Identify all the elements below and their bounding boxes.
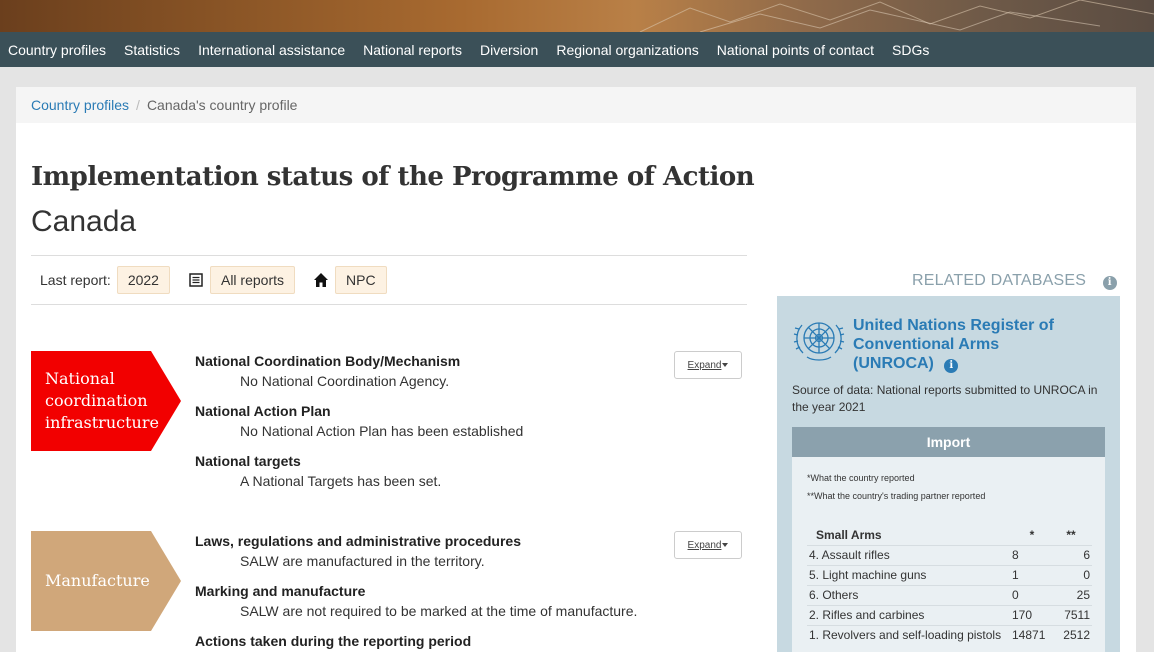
footnote-reported: *What the country reported <box>807 473 915 483</box>
section-item: National targets A National Targets has … <box>195 453 441 489</box>
import-table: Small Arms * ** 4. Assault rifles 8 6 5.… <box>807 525 1092 645</box>
col-header-small-arms: Small Arms <box>816 527 882 542</box>
expand-button[interactable]: Expand <box>674 351 742 379</box>
col-header-reported: * <box>1029 527 1035 542</box>
table-row: 6. Others 0 25 <box>807 584 1092 605</box>
row-reported: 0 <box>1012 584 1052 605</box>
expand-label: Expand <box>687 539 722 551</box>
footnote-text: What the country's trading partner repor… <box>814 491 986 501</box>
table-row: 5. Light machine guns 1 0 <box>807 564 1092 585</box>
banner-artwork <box>639 0 1154 32</box>
table-row: 2. Rifles and carbines 170 7511 <box>807 604 1092 625</box>
all-reports-button[interactable]: All reports <box>209 266 296 294</box>
section-item: Laws, regulations and administrative pro… <box>195 533 521 569</box>
row-partner: 7511 <box>1052 604 1092 625</box>
nav-diversion[interactable]: Diversion <box>480 42 538 58</box>
divider <box>31 304 747 305</box>
caret-down-icon <box>722 543 729 547</box>
nav-national-points-of-contact[interactable]: National points of contact <box>717 42 874 58</box>
row-partner: 6 <box>1052 544 1092 565</box>
table-row: 4. Assault rifles 8 6 <box>807 544 1092 565</box>
row-partner: 0 <box>1052 564 1092 585</box>
row-reported: 8 <box>1012 544 1052 565</box>
nav-sdgs[interactable]: SDGs <box>892 42 929 58</box>
import-header: Import <box>792 427 1105 457</box>
row-reported: 1 <box>1012 564 1052 585</box>
item-heading: National Action Plan <box>195 403 331 419</box>
nav-statistics[interactable]: Statistics <box>124 42 180 58</box>
item-detail: A National Targets has been set. <box>240 473 442 489</box>
item-heading: Actions taken during the reporting perio… <box>195 633 472 649</box>
expand-button[interactable]: Expand <box>674 531 742 559</box>
report-bar: Last report: 2022 All reports NPC <box>31 266 747 294</box>
nav-international-assistance[interactable]: International assistance <box>198 42 345 58</box>
row-reported: 14871 <box>1012 624 1052 645</box>
section-item: Actions taken during the reporting perio… <box>195 633 471 649</box>
item-heading: National Coordination Body/Mechanism <box>195 353 461 369</box>
breadcrumb: Country profiles / Canada's country prof… <box>16 87 1136 123</box>
section-tag-coordination: National coordination infrastructure <box>31 351 181 451</box>
section-tag-manufacture: Manufacture <box>31 531 181 631</box>
import-box: Import *What the country reported **What… <box>792 427 1105 652</box>
expand-label: Expand <box>687 359 722 371</box>
item-detail: SALW are manufactured in the territory. <box>240 553 485 569</box>
header-banner <box>0 0 1154 32</box>
un-emblem-icon <box>791 315 847 366</box>
section-item: Marking and manufacture SALW are not req… <box>195 583 637 619</box>
section-item: National Action Plan No National Action … <box>195 403 523 439</box>
info-icon[interactable]: i <box>1102 276 1117 290</box>
page-title: Implementation status of the Programme o… <box>31 162 755 192</box>
list-icon <box>188 272 204 288</box>
nav-national-reports[interactable]: National reports <box>363 42 462 58</box>
row-partner: 2512 <box>1052 624 1092 645</box>
row-category: 5. Light machine guns <box>807 564 1012 585</box>
breadcrumb-country-profiles[interactable]: Country profiles <box>31 97 129 113</box>
nav-country-profiles[interactable]: Country profiles <box>8 42 106 58</box>
unroca-link[interactable]: United Nations Register of Conventional … <box>853 316 1083 373</box>
row-category: 4. Assault rifles <box>807 544 1012 565</box>
row-reported: 170 <box>1012 604 1052 625</box>
table-header-row: Small Arms * ** <box>807 525 1092 545</box>
breadcrumb-separator: / <box>136 97 140 113</box>
country-name: Canada <box>31 205 137 238</box>
row-category: 1. Revolvers and self-loading pistols <box>807 624 1012 645</box>
table-row: 1. Revolvers and self-loading pistols 14… <box>807 624 1092 645</box>
row-category: 2. Rifles and carbines <box>807 604 1012 625</box>
row-partner: 25 <box>1052 584 1092 605</box>
home-icon <box>313 272 329 288</box>
row-category: 6. Others <box>807 584 1012 605</box>
item-detail: No National Action Plan has been establi… <box>240 423 524 439</box>
col-header-partner: ** <box>1066 527 1076 542</box>
divider <box>31 255 747 256</box>
item-heading: Marking and manufacture <box>195 583 366 599</box>
section-item: National Coordination Body/Mechanism No … <box>195 353 460 389</box>
caret-down-icon <box>722 363 729 367</box>
data-source-text: Source of data: National reports submitt… <box>792 383 1098 414</box>
nav-regional-organizations[interactable]: Regional organizations <box>556 42 698 58</box>
related-databases-label: RELATED DATABASES <box>912 272 1087 289</box>
footnote-text: What the country reported <box>810 473 915 483</box>
related-databases-title: RELATED DATABASES i <box>912 272 1117 290</box>
item-heading: National targets <box>195 453 301 469</box>
item-detail: SALW are not required to be marked at th… <box>240 603 638 619</box>
footnote-mark: ** <box>807 491 815 501</box>
main-nav: Country profiles Statistics Internationa… <box>0 32 1154 67</box>
npc-button[interactable]: NPC <box>335 266 387 294</box>
last-report-year[interactable]: 2022 <box>116 266 170 294</box>
last-report-label: Last report: <box>40 272 111 288</box>
footnote-partner: **What the country's trading partner rep… <box>807 491 985 501</box>
item-detail: No National Coordination Agency. <box>240 373 450 389</box>
info-icon[interactable]: i <box>944 359 959 373</box>
item-heading: Laws, regulations and administrative pro… <box>195 533 521 549</box>
breadcrumb-current: Canada's country profile <box>146 97 298 113</box>
